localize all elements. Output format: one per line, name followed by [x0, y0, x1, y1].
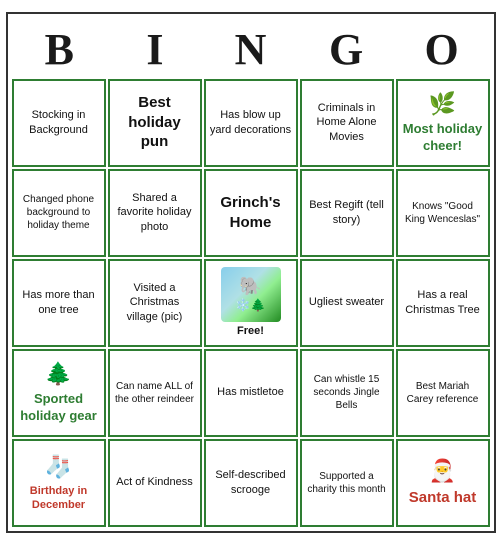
bingo-header: B I N G O — [12, 18, 490, 77]
cell-o3-text: Has a real Christmas Tree — [402, 288, 484, 317]
letter-i: I — [111, 24, 199, 75]
cell-g2[interactable]: Best Regift (tell story) — [300, 169, 394, 257]
cell-o5[interactable]: 🎅 Santa hat — [396, 439, 490, 527]
cell-n1-text: Has blow up yard decorations — [210, 108, 292, 137]
cell-n2-text: Grinch's Home — [210, 193, 292, 232]
cell-g2-text: Best Regift (tell story) — [306, 198, 388, 227]
cell-i3[interactable]: Visited a Christmas village (pic) — [108, 259, 202, 347]
cell-b4[interactable]: 🌲 Sported holiday gear — [12, 349, 106, 437]
cell-b4-text: Sported holiday gear — [18, 391, 100, 425]
cell-n4[interactable]: Has mistletoe — [204, 349, 298, 437]
cell-g1-text: Criminals in Home Alone Movies — [306, 101, 388, 144]
cell-b5-text: Birthday in December — [18, 484, 100, 513]
letter-b: B — [15, 24, 103, 75]
cell-o1-text: Most holiday cheer! — [402, 121, 484, 155]
letter-g: G — [302, 24, 390, 75]
cell-o5-text: Santa hat — [409, 488, 477, 508]
cell-g3[interactable]: Ugliest sweater — [300, 259, 394, 347]
cell-i2-text: Shared a favorite holiday photo — [114, 191, 196, 234]
bingo-grid: Stocking in Background Best holiday pun … — [12, 79, 490, 527]
cell-i3-text: Visited a Christmas village (pic) — [114, 281, 196, 324]
cell-g5-text: Supported a charity this month — [306, 470, 388, 496]
cell-o4[interactable]: Best Mariah Carey reference — [396, 349, 490, 437]
cell-i1-text: Best holiday pun — [114, 93, 196, 152]
free-cell-image: 🐘 ❄️🌲 — [221, 267, 281, 322]
free-label: Free! — [237, 324, 264, 338]
cell-i4-text: Can name ALL of the other reindeer — [114, 380, 196, 406]
tree-icon: 🌲 — [45, 360, 72, 389]
cell-n3-free[interactable]: 🐘 ❄️🌲 Free! — [204, 259, 298, 347]
cell-n5[interactable]: Self-described scrooge — [204, 439, 298, 527]
cell-o2[interactable]: Knows "Good King Wenceslas" — [396, 169, 490, 257]
cell-i5-text: Act of Kindness — [116, 475, 192, 489]
cell-o2-text: Knows "Good King Wenceslas" — [402, 200, 484, 226]
cell-b1[interactable]: Stocking in Background — [12, 79, 106, 167]
cell-g1[interactable]: Criminals in Home Alone Movies — [300, 79, 394, 167]
cell-g5[interactable]: Supported a charity this month — [300, 439, 394, 527]
stocking-icon: 🧦 — [45, 453, 72, 482]
santa-icon: 🎅 — [429, 457, 456, 486]
cell-b1-text: Stocking in Background — [18, 108, 100, 137]
cell-g3-text: Ugliest sweater — [309, 295, 384, 309]
cell-o1[interactable]: 🌿 Most holiday cheer! — [396, 79, 490, 167]
cell-o3[interactable]: Has a real Christmas Tree — [396, 259, 490, 347]
cell-i4[interactable]: Can name ALL of the other reindeer — [108, 349, 202, 437]
cell-g4-text: Can whistle 15 seconds Jingle Bells — [306, 373, 388, 412]
cell-i5[interactable]: Act of Kindness — [108, 439, 202, 527]
holly-icon: 🌿 — [429, 90, 456, 119]
cell-n2[interactable]: Grinch's Home — [204, 169, 298, 257]
letter-o: O — [398, 24, 486, 75]
cell-o4-text: Best Mariah Carey reference — [402, 380, 484, 406]
bingo-card: B I N G O Stocking in Background Best ho… — [6, 12, 496, 533]
cell-b2[interactable]: Changed phone background to holiday them… — [12, 169, 106, 257]
cell-b3-text: Has more than one tree — [18, 288, 100, 317]
letter-n: N — [206, 24, 294, 75]
cell-n4-text: Has mistletoe — [217, 385, 284, 399]
cell-b2-text: Changed phone background to holiday them… — [18, 193, 100, 232]
cell-b3[interactable]: Has more than one tree — [12, 259, 106, 347]
cell-n1[interactable]: Has blow up yard decorations — [204, 79, 298, 167]
cell-b5[interactable]: 🧦 Birthday in December — [12, 439, 106, 527]
cell-i1[interactable]: Best holiday pun — [108, 79, 202, 167]
cell-i2[interactable]: Shared a favorite holiday photo — [108, 169, 202, 257]
cell-n5-text: Self-described scrooge — [210, 468, 292, 497]
cell-g4[interactable]: Can whistle 15 seconds Jingle Bells — [300, 349, 394, 437]
